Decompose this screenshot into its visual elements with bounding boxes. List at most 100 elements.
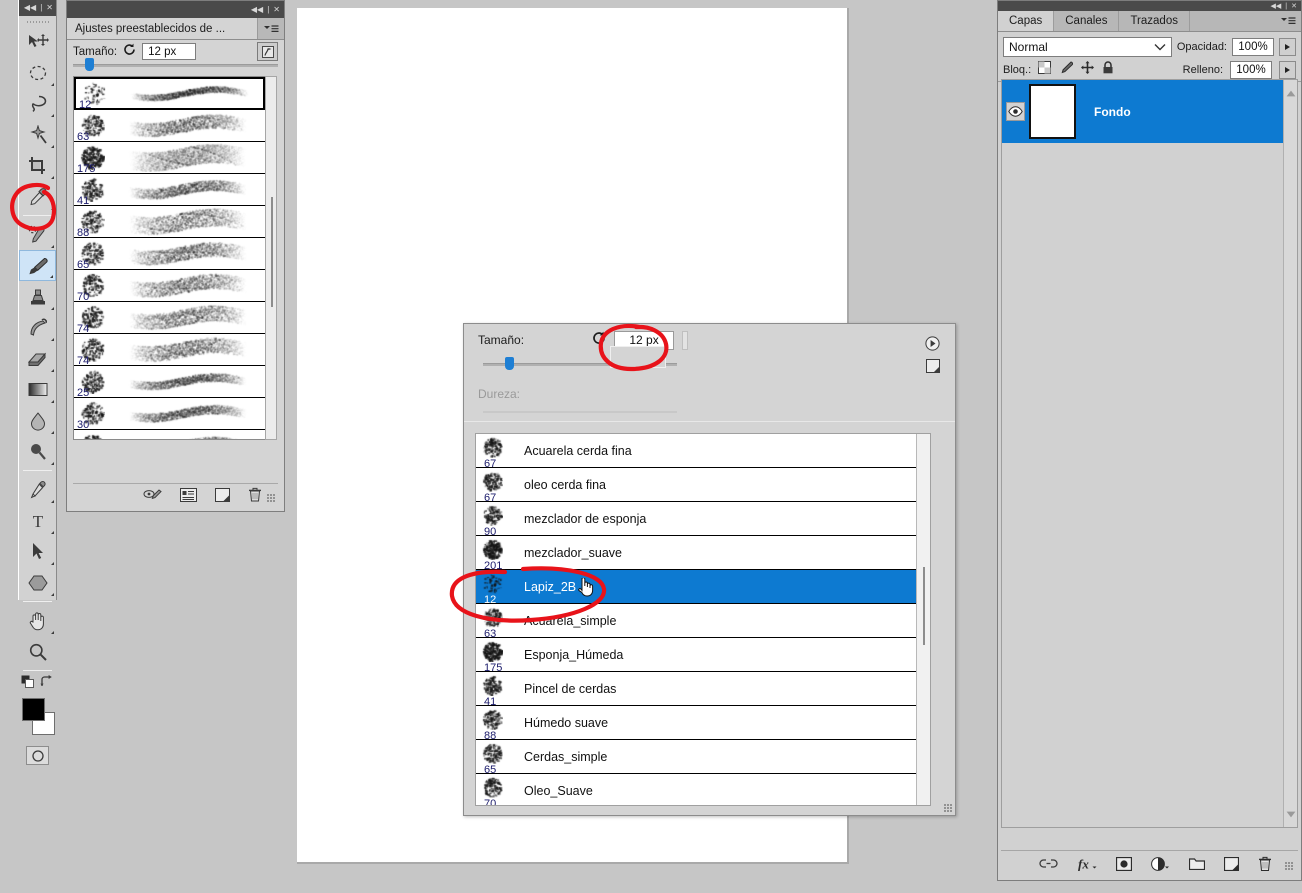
color-swatches[interactable] — [19, 694, 56, 740]
reset-size-icon[interactable] — [592, 331, 606, 350]
scrollbar-thumb[interactable] — [923, 567, 925, 645]
lasso-tool[interactable] — [19, 88, 56, 119]
layer-thumbnail[interactable] — [1028, 83, 1077, 140]
gradient-tool[interactable] — [19, 374, 56, 405]
collapse-icon[interactable]: ◀◀ — [251, 5, 263, 14]
type-tool[interactable]: T — [19, 505, 56, 536]
reset-size-icon[interactable] — [123, 43, 136, 61]
presets-list-scrollbar[interactable] — [265, 76, 277, 440]
preset-brush-row[interactable]: 74 — [74, 301, 265, 335]
history-brush-tool[interactable] — [19, 312, 56, 343]
scroll-up-arrow[interactable] — [1284, 84, 1297, 102]
opacity-input[interactable]: 100% — [1232, 37, 1274, 56]
brush-list[interactable]: 67 Acuarela cerda fina 67 oleo cerda fina 90… — [476, 434, 918, 805]
brush-list-item[interactable]: 88 Húmedo suave — [476, 706, 918, 742]
lock-all-icon[interactable] — [1102, 60, 1114, 79]
eraser-tool[interactable] — [19, 343, 56, 374]
brush-tool[interactable] — [19, 250, 56, 281]
crop-tool[interactable] — [19, 150, 56, 181]
close-icon[interactable]: ✕ — [46, 4, 53, 12]
close-icon[interactable]: ✕ — [1291, 3, 1297, 10]
hand-tool[interactable] — [19, 605, 56, 636]
preset-brush-row[interactable]: 70 — [74, 269, 265, 303]
fill-input[interactable]: 100% — [1230, 60, 1272, 79]
preset-brush-row[interactable]: 12 — [74, 77, 265, 111]
pen-tool[interactable] — [19, 474, 56, 505]
blur-tool[interactable] — [19, 405, 56, 436]
dodge-tool[interactable] — [19, 436, 56, 467]
presets-size-input[interactable]: 12 px — [142, 43, 197, 60]
brush-list-item[interactable]: 67 Acuarela cerda fina — [476, 434, 918, 470]
healing-brush-tool[interactable] — [19, 219, 56, 250]
layer-visibility-toggle[interactable] — [1002, 102, 1029, 121]
preset-brush-row[interactable]: 65 — [74, 237, 265, 271]
link-layers-icon[interactable] — [1039, 858, 1058, 869]
eye-icon[interactable] — [1006, 102, 1025, 121]
brush-options-button[interactable] — [257, 42, 278, 61]
marquee-tool[interactable] — [19, 57, 56, 88]
brush-size-stepper[interactable] — [682, 330, 689, 350]
preset-brush-row[interactable]: 41 — [74, 173, 265, 207]
tab-capas[interactable]: Capas — [998, 11, 1055, 31]
shape-tool[interactable] — [19, 567, 56, 598]
new-brush-icon[interactable] — [926, 359, 940, 378]
scrollbar-thumb[interactable] — [271, 197, 273, 307]
presets-size-slider-knob[interactable] — [85, 58, 94, 71]
presets-brush-list[interactable]: 12 63 175 41 88 65 70 74 74 25 30 — [73, 76, 266, 440]
adjustment-layer-icon[interactable] — [1151, 856, 1170, 871]
magic-wand-tool[interactable] — [19, 119, 56, 150]
foreground-color-swatch[interactable] — [22, 698, 45, 721]
layer-list-scrollbar[interactable] — [1283, 80, 1297, 827]
panel-menu-icon[interactable] — [925, 336, 940, 356]
brush-list-item[interactable]: 41 Pincel de cerdas — [476, 672, 918, 708]
brush-list-item[interactable]: 65 Cerdas_simple — [476, 740, 918, 776]
panel-menu-icon[interactable] — [258, 18, 284, 39]
tab-brush-presets[interactable]: Ajustes preestablecidos de ... — [67, 18, 258, 39]
blend-mode-select[interactable]: Normal — [1003, 36, 1172, 57]
scroll-down-arrow[interactable] — [1286, 805, 1296, 823]
preset-brush-row[interactable]: 25 — [74, 365, 265, 399]
brush-list-scrollbar[interactable] — [916, 434, 930, 805]
panel-menu-icon[interactable] — [1275, 11, 1301, 31]
delete-brush-icon[interactable] — [248, 487, 262, 502]
brush-size-slider-knob[interactable] — [505, 357, 514, 370]
preset-brush-row[interactable]: 63 — [74, 109, 265, 143]
layer-style-icon[interactable]: fx — [1077, 857, 1097, 871]
list-view-icon[interactable] — [180, 487, 197, 502]
brush-list-item[interactable]: 12 Lapiz_2B — [476, 570, 918, 606]
brush-preview-icon[interactable] — [143, 488, 162, 501]
preset-brush-row[interactable]: 175 — [74, 141, 265, 175]
preset-brush-row[interactable] — [74, 429, 265, 439]
fill-stepper[interactable] — [1279, 60, 1296, 79]
brush-list-item[interactable]: 90 mezclador de esponja — [476, 502, 918, 538]
quick-mask-button[interactable] — [26, 746, 49, 765]
preset-brush-row[interactable]: 88 — [74, 205, 265, 239]
brush-list-item[interactable]: 63 Acuarela_simple — [476, 604, 918, 640]
collapse-icon[interactable]: ◀◀ — [24, 4, 36, 12]
new-layer-icon[interactable] — [1224, 856, 1239, 871]
layer-list[interactable]: Fondo — [1001, 79, 1298, 828]
clone-stamp-tool[interactable] — [19, 281, 56, 312]
preset-brush-row[interactable]: 30 — [74, 397, 265, 431]
layer-row[interactable]: Fondo — [1002, 80, 1297, 143]
drag-grip[interactable] — [25, 18, 50, 25]
opacity-stepper[interactable] — [1279, 37, 1296, 56]
path-selection-tool[interactable] — [19, 536, 56, 567]
layer-name[interactable]: Fondo — [1076, 105, 1131, 119]
brush-list-item[interactable]: 201 mezclador_suave — [476, 536, 918, 572]
lock-position-icon[interactable] — [1081, 60, 1095, 79]
panel-resize-grip[interactable] — [267, 494, 276, 503]
brush-list-item[interactable]: 70 Oleo_Suave — [476, 774, 918, 805]
lock-transparent-pixels-icon[interactable] — [1038, 60, 1052, 79]
eyedropper-tool[interactable] — [19, 181, 56, 212]
panel-resize-grip[interactable] — [1285, 862, 1294, 871]
chevron-down-icon[interactable] — [1154, 40, 1166, 54]
tab-canales[interactable]: Canales — [1054, 11, 1120, 31]
close-icon[interactable]: ✕ — [273, 5, 280, 14]
move-tool[interactable] — [19, 26, 56, 57]
lock-image-pixels-icon[interactable] — [1059, 60, 1074, 79]
new-brush-icon[interactable] — [215, 487, 230, 502]
preset-brush-row[interactable]: 74 — [74, 333, 265, 367]
dialog-resize-grip[interactable] — [944, 804, 953, 813]
brush-list-item[interactable]: 67 oleo cerda fina — [476, 468, 918, 504]
